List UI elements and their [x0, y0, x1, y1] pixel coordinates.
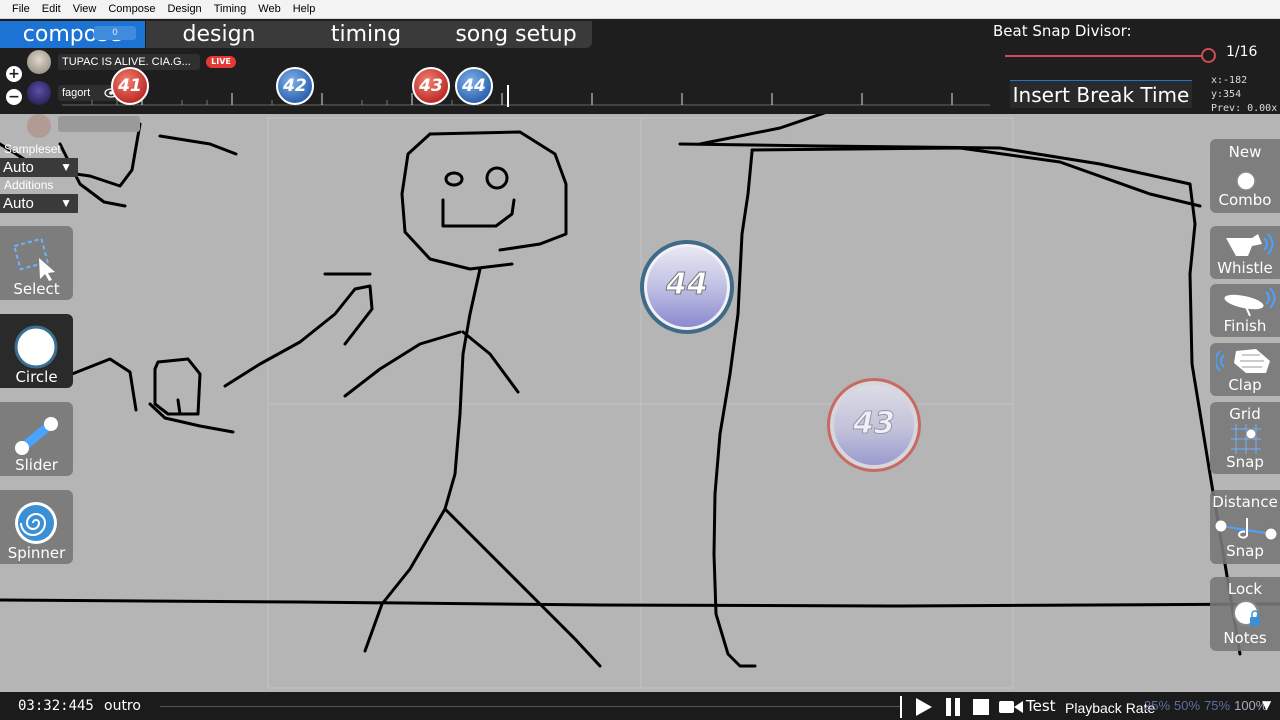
additions-label: Additions	[4, 178, 54, 192]
select-icon	[13, 237, 55, 281]
rate-option-75[interactable]: 75%	[1204, 698, 1230, 713]
cursor-position: x:-182 y:354	[1211, 75, 1248, 100]
slider-tool-button[interactable]: Slider	[0, 402, 73, 476]
distance-snap-toggle[interactable]: Distance Snap	[1210, 490, 1280, 564]
zoom-in-icon[interactable]: +	[6, 66, 22, 82]
tab-timing[interactable]: timing	[292, 21, 440, 48]
slider-icon	[15, 417, 58, 455]
live-badge: LIVE	[206, 56, 236, 68]
whistle-label: Whistle	[1217, 259, 1273, 277]
spinner-tool-label: Spinner	[7, 544, 66, 562]
additions-value: Auto	[3, 195, 34, 212]
finish-toggle[interactable]: Finish	[1210, 284, 1280, 337]
playfield[interactable]: 44 43 Sampleset Auto ▼ Additions Auto ▼ …	[0, 114, 1280, 692]
song-progress-bar[interactable]	[160, 706, 900, 707]
slider-tool-label: Slider	[15, 456, 58, 474]
section-name: outro	[104, 698, 141, 714]
additions-dropdown[interactable]: Auto ▼	[0, 194, 78, 213]
insert-break-button[interactable]: Insert Break Time	[1010, 80, 1192, 108]
new-combo-icon	[1236, 171, 1256, 191]
timeline-circle-44[interactable]: 44	[455, 67, 493, 105]
clap-toggle[interactable]: Clap	[1210, 343, 1280, 396]
playback-bar: 03:32:445 outro Test Playback Rate 25% 5…	[0, 692, 1280, 720]
select-tool-label: Select	[13, 280, 60, 298]
menu-help[interactable]: Help	[287, 0, 322, 19]
whistle-toggle[interactable]: Whistle	[1210, 226, 1280, 279]
chevron-down-icon: ▼	[60, 160, 72, 174]
rate-option-50[interactable]: 50%	[1174, 698, 1200, 713]
grid-snap-label-bottom: Snap	[1226, 453, 1264, 471]
beat-snap-slider[interactable]	[1005, 55, 1208, 57]
tab-design[interactable]: design	[146, 21, 292, 48]
sampleset-label: Sampleset	[4, 142, 61, 156]
tab-song-setup[interactable]: song setup	[440, 21, 592, 48]
new-combo-label-bottom: Combo	[1218, 191, 1272, 209]
playback-rate-options: 25% 50% 75% 100%	[1144, 698, 1271, 713]
menu-bar: File Edit View Compose Design Timing Web…	[0, 0, 1280, 19]
stop-icon[interactable]	[970, 696, 992, 718]
distance-snap-label-top: Distance	[1212, 493, 1278, 511]
pause-icon[interactable]	[942, 696, 964, 718]
circle-tool-label: Circle	[15, 368, 58, 386]
sampleset-dropdown[interactable]: Auto ▼	[0, 158, 78, 177]
playback-rate-label: Playback Rate	[1065, 700, 1156, 716]
freehand-drawing	[0, 114, 1280, 668]
editor-top-bar: compose 0 design timing song setup TUPAC…	[0, 19, 1280, 114]
new-combo-label-top: New	[1228, 143, 1262, 161]
test-button[interactable]: Test	[1026, 697, 1056, 715]
grid-snap-toggle[interactable]: Grid Snap	[1210, 402, 1280, 474]
lock-icon	[1233, 600, 1260, 626]
distance-snap-label-bottom: Snap	[1226, 542, 1264, 560]
lock-notes-label-bottom: Notes	[1223, 629, 1267, 647]
chevron-down-icon: ▼	[60, 196, 72, 210]
timeline-circle-42[interactable]: 42	[276, 67, 314, 105]
chevron-down-icon[interactable]: ▼	[1262, 698, 1271, 712]
menu-view[interactable]: View	[67, 0, 103, 19]
menu-edit[interactable]: Edit	[36, 0, 67, 19]
video-camera-icon[interactable]	[998, 696, 1024, 718]
progress-marker	[900, 696, 902, 718]
lock-notes-label-top: Lock	[1227, 580, 1263, 598]
new-combo-toggle[interactable]: New Combo	[1210, 139, 1280, 213]
distance-snap-icon	[1214, 518, 1277, 541]
clap-icon	[1216, 349, 1270, 373]
beat-snap-knob[interactable]	[1201, 48, 1216, 63]
circle-icon	[14, 325, 58, 369]
lock-notes-toggle[interactable]: Lock Notes	[1210, 577, 1280, 651]
spinner-icon	[15, 502, 57, 544]
zoom-out-icon[interactable]: −	[6, 89, 22, 105]
rate-option-25[interactable]: 25%	[1144, 698, 1170, 713]
menu-timing[interactable]: Timing	[208, 0, 253, 19]
compose-counter-badge: 0	[94, 26, 136, 40]
collaborator-placeholder	[58, 116, 140, 132]
clap-label: Clap	[1228, 376, 1262, 394]
beat-snap-value: 1/16	[1226, 44, 1258, 60]
whistle-icon	[1226, 233, 1274, 256]
hit-circle-number: 44	[666, 267, 709, 303]
menu-compose[interactable]: Compose	[102, 0, 161, 19]
timeline-ticks[interactable]	[62, 85, 992, 107]
circle-tool-button[interactable]: Circle	[0, 314, 73, 388]
finish-label: Finish	[1223, 317, 1267, 335]
avatar	[27, 50, 51, 74]
beat-snap-label: Beat Snap Divisor:	[993, 22, 1132, 40]
avatar	[27, 114, 51, 138]
play-icon[interactable]	[912, 696, 934, 718]
avatar	[27, 81, 51, 105]
cursor-coords: x:-182 y:354 Prev: 0.00x	[1211, 74, 1280, 116]
menu-file[interactable]: File	[6, 0, 36, 19]
playfield-canvas	[0, 114, 1280, 689]
grid-snap-label-top: Grid	[1229, 405, 1261, 423]
cymbal-icon	[1224, 287, 1276, 316]
menu-design[interactable]: Design	[161, 0, 207, 19]
select-tool-button[interactable]: Select	[0, 226, 73, 300]
timeline-circle-43[interactable]: 43	[412, 67, 450, 105]
timeline-circle-41[interactable]: 41	[111, 67, 149, 105]
current-time: 03:32:445	[18, 698, 94, 714]
hit-circle-number: 43	[853, 406, 896, 442]
sampleset-value: Auto	[3, 159, 34, 176]
grid-icon	[1231, 424, 1261, 454]
spinner-tool-button[interactable]: Spinner	[0, 490, 73, 564]
menu-web[interactable]: Web	[252, 0, 286, 19]
